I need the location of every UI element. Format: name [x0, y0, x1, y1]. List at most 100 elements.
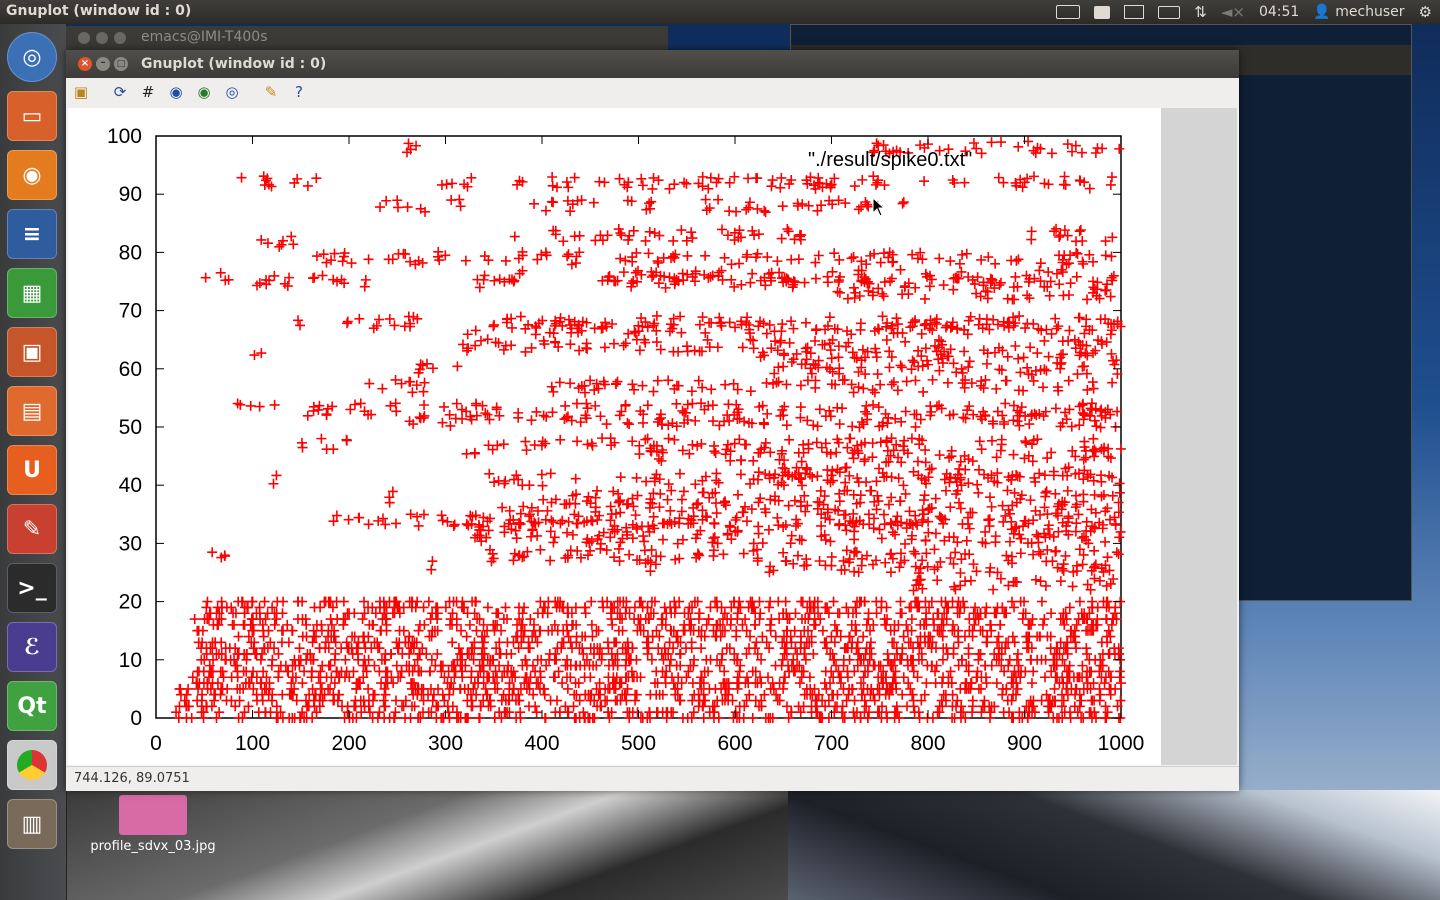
emacs-icon[interactable]: ℰ [7, 622, 57, 672]
data-point [1009, 294, 1020, 305]
data-point [761, 328, 772, 339]
data-point [884, 346, 895, 357]
firefox-icon[interactable]: ◉ [7, 150, 57, 200]
data-point [739, 701, 750, 712]
data-point [607, 602, 618, 613]
mail-icon[interactable] [1124, 5, 1145, 19]
close-icon[interactable] [78, 32, 90, 44]
data-point [1026, 654, 1037, 665]
data-point [546, 196, 557, 207]
data-point [865, 485, 876, 496]
ubuntu-dash-icon[interactable]: ◎ [7, 32, 57, 82]
data-point [799, 277, 810, 288]
data-point [794, 678, 805, 689]
data-point [980, 608, 991, 619]
data-point [875, 257, 886, 268]
ubuntu-one-icon[interactable]: U [7, 445, 57, 495]
data-point [1075, 225, 1086, 236]
plot-canvas[interactable]: 0 100 200 300 400 500 600 700 800 900 1000 0 10 20 30 4… [68, 108, 1161, 765]
data-point [772, 695, 783, 706]
data-point [812, 471, 823, 482]
desktop-file[interactable]: profile_sdvx_03.jpg [88, 795, 218, 854]
terminal-icon[interactable]: >_ [7, 563, 57, 613]
config-icon[interactable]: ✎ [262, 83, 280, 101]
calc-icon[interactable]: ▦ [7, 268, 57, 318]
gnuplot-titlebar[interactable]: × – □ Gnuplot (window id : 0) [66, 50, 1239, 78]
qt-creator-icon[interactable]: Qt [7, 681, 57, 731]
data-point [1013, 141, 1024, 152]
close-icon[interactable]: × [78, 57, 92, 71]
minimize-icon[interactable] [96, 32, 108, 44]
data-point [996, 434, 1007, 445]
wallpaper-mountain-right [788, 790, 1440, 900]
data-point [1010, 341, 1021, 352]
data-point [871, 352, 882, 363]
network-icon[interactable]: ⇅ [1194, 3, 1207, 21]
volume-muted-icon[interactable]: ◄× [1221, 3, 1245, 21]
writer-icon[interactable]: ≡ [7, 209, 57, 259]
impress-icon[interactable]: ▣ [7, 327, 57, 377]
clock[interactable]: 04:51 [1259, 4, 1299, 20]
data-point [810, 619, 821, 630]
scatter-chart[interactable]: 0 100 200 300 400 500 600 700 800 900 100001020304… [68, 108, 1161, 765]
minimize-icon[interactable]: – [96, 57, 110, 71]
printer-icon[interactable] [1094, 5, 1111, 19]
grid-icon[interactable]: # [139, 83, 157, 101]
data-point [757, 538, 768, 549]
data-point [765, 596, 776, 607]
gear-icon[interactable]: ⚙ [1419, 3, 1432, 21]
copy-icon[interactable]: ▣ [72, 83, 90, 101]
replot-icon[interactable]: ⟳ [111, 83, 129, 101]
help-icon[interactable]: ? [290, 83, 308, 101]
data-point [181, 713, 192, 723]
zoom-prev-icon[interactable]: ◉ [167, 83, 185, 101]
autoscale-icon[interactable]: ◎ [223, 83, 241, 101]
data-point [482, 409, 493, 420]
trash-icon[interactable]: ▥ [7, 799, 57, 849]
data-point [537, 480, 548, 491]
data-point [583, 550, 594, 561]
data-point [612, 376, 623, 387]
data-point [227, 619, 238, 630]
system-settings-icon[interactable]: ✎ [7, 504, 57, 554]
data-point [930, 528, 941, 539]
data-point [342, 316, 353, 327]
data-point [637, 180, 648, 191]
emacs-window-titlebar[interactable]: emacs@IMI-T400s [66, 26, 668, 50]
data-point [590, 492, 601, 503]
data-point [1087, 377, 1098, 388]
data-point [724, 177, 735, 188]
maximize-icon[interactable]: □ [114, 57, 128, 71]
data-point [964, 356, 975, 367]
data-point [653, 175, 664, 186]
chrome-icon[interactable] [7, 740, 57, 790]
keyboard-icon[interactable] [1056, 5, 1081, 19]
data-point [1095, 689, 1106, 700]
data-point [375, 202, 386, 213]
launcher: ◎ ▭ ◉ ≡ ▦ ▣ ▤ U ✎ >_ ℰ Qt ▥ [0, 24, 67, 900]
data-point [806, 637, 817, 648]
software-center-icon[interactable]: ▤ [7, 386, 57, 436]
data-point [1057, 470, 1068, 481]
data-point [324, 660, 335, 671]
files-icon[interactable]: ▭ [7, 91, 57, 141]
data-point [1050, 403, 1061, 414]
user-menu[interactable]: 👤 mechuser [1313, 4, 1404, 20]
data-point [763, 524, 774, 535]
data-point [374, 707, 385, 718]
data-point [937, 654, 948, 665]
x-tick-label: 0 [150, 732, 162, 755]
data-point [877, 311, 888, 322]
gnuplot-window[interactable]: × – □ Gnuplot (window id : 0) ▣ ⟳ # ◉ ◉ … [66, 50, 1239, 791]
data-point [364, 707, 375, 718]
data-point [645, 566, 656, 577]
data-point [762, 252, 773, 263]
data-point [469, 637, 480, 648]
data-point [436, 179, 447, 190]
data-point [960, 464, 971, 475]
maximize-icon[interactable] [114, 32, 126, 44]
data-point [822, 602, 833, 613]
data-point [903, 678, 914, 689]
zoom-next-icon[interactable]: ◉ [195, 83, 213, 101]
battery-icon[interactable] [1158, 5, 1181, 19]
